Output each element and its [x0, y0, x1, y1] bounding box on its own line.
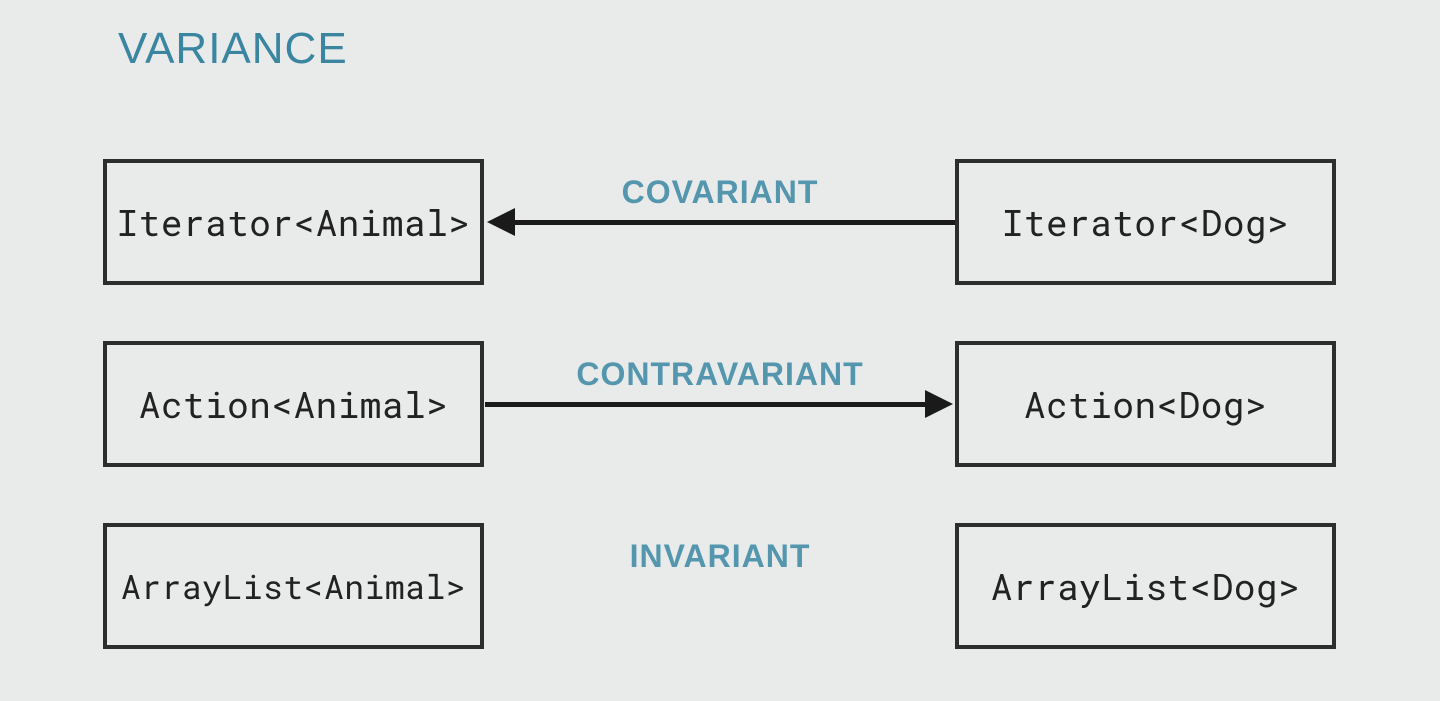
row2-arrow-shaft: [485, 402, 926, 407]
box-row1-left-text: Iterator<Animal>: [117, 198, 471, 246]
row1-arrow-shaft: [514, 220, 955, 225]
row1-arrow-head: [487, 208, 515, 236]
box-row3-left: ArrayList<Animal>: [103, 523, 484, 649]
row1-label: COVARIANT: [480, 174, 960, 211]
box-row3-left-text: ArrayList<Animal>: [121, 564, 466, 608]
box-row1-left: Iterator<Animal>: [103, 159, 484, 285]
box-row2-right: Action<Dog>: [955, 341, 1336, 467]
row2-label: CONTRAVARIANT: [480, 356, 960, 393]
box-row2-left-text: Action<Animal>: [139, 380, 448, 428]
row2-arrow-head: [925, 390, 953, 418]
row3-label: INVARIANT: [480, 538, 960, 575]
box-row2-right-text: Action<Dog>: [1024, 380, 1267, 428]
box-row3-right-text: ArrayList<Dog>: [991, 562, 1300, 610]
box-row2-left: Action<Animal>: [103, 341, 484, 467]
box-row1-right-text: Iterator<Dog>: [1002, 198, 1289, 246]
box-row1-right: Iterator<Dog>: [955, 159, 1336, 285]
slide-root: VARIANCE Iterator<Animal> Iterator<Dog> …: [0, 0, 1440, 701]
box-row3-right: ArrayList<Dog>: [955, 523, 1336, 649]
slide-title: VARIANCE: [118, 24, 348, 74]
